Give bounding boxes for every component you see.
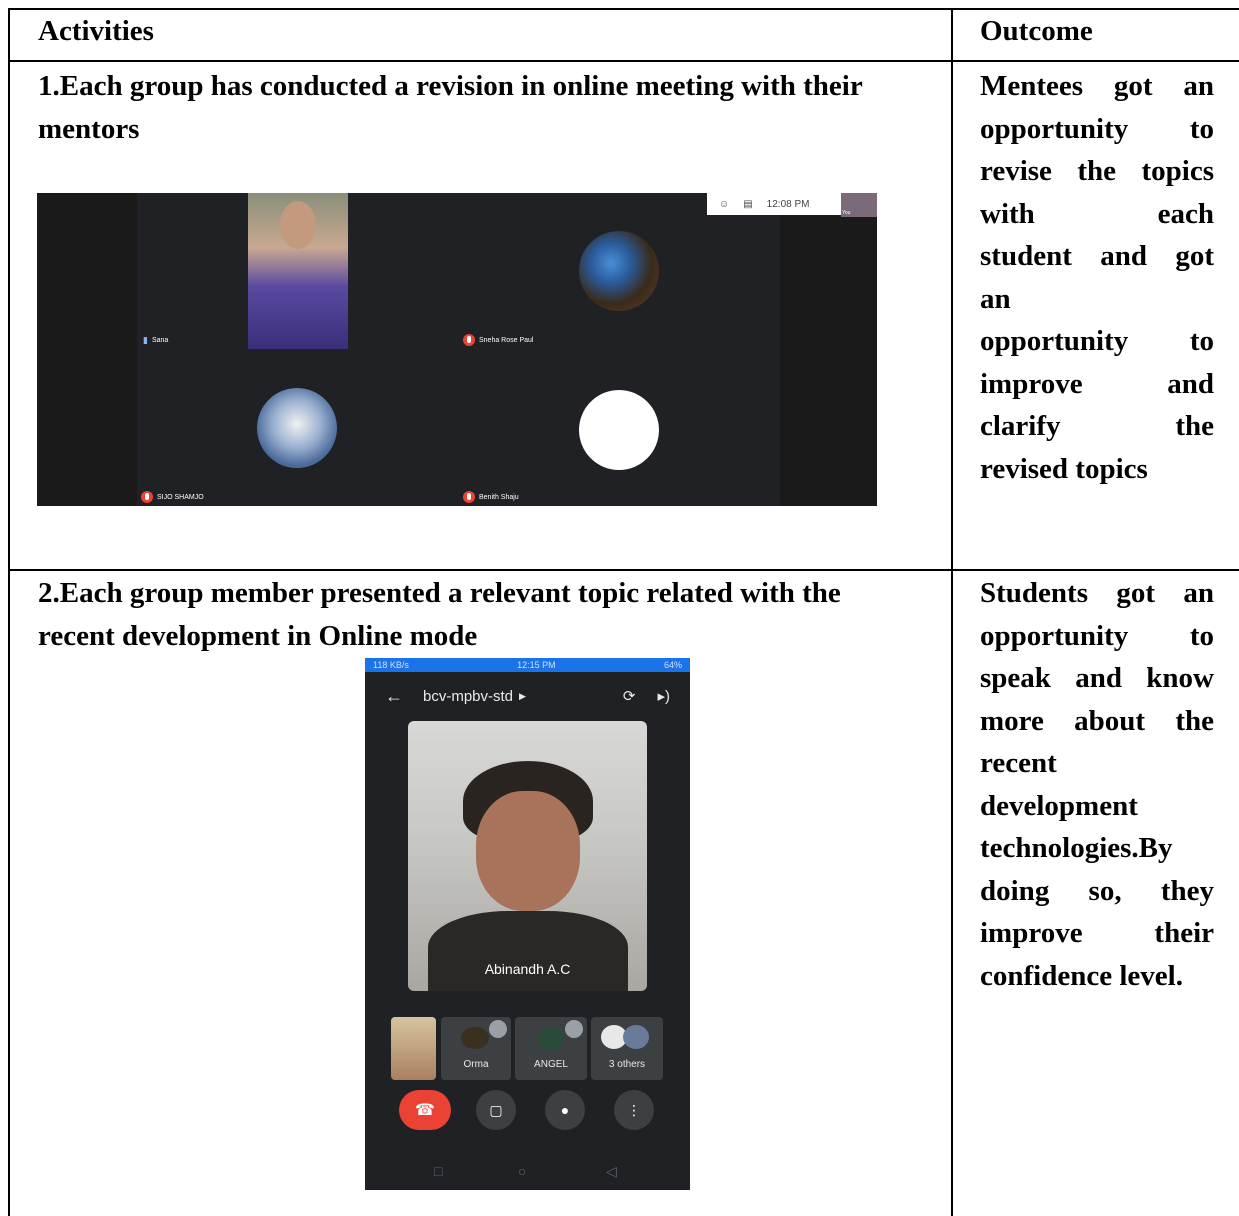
meeting-screenshot-desktop: ▮ Sana Sneha Rose Paul SIJO SHAMJO Benit… — [37, 193, 877, 506]
person-body — [428, 911, 628, 991]
call-top-bar: ← bcv-mpbv-std ▶ ⟳ ▸) — [365, 678, 690, 714]
outcome-2-line: technologies.By — [980, 832, 1173, 864]
participant-avatar-sijo — [257, 388, 337, 468]
header-outcome: Outcome — [980, 15, 1093, 47]
outcome-1-line: opportunity to — [980, 325, 1214, 357]
mic-toggle-button[interactable]: ● — [545, 1090, 585, 1130]
table-border-left — [8, 8, 10, 1216]
camera-toggle-button[interactable]: ▢ — [476, 1090, 516, 1130]
participant-thumb-label: 3 others — [608, 1059, 646, 1070]
outcome-1-line: opportunity to — [980, 112, 1214, 145]
speaker-name-label: Abinandh A.C — [484, 961, 571, 977]
outcome-1-line: student and got — [980, 240, 1214, 272]
self-view-thumbnail: You — [841, 193, 877, 217]
participant-name-sana: ▮ Sana — [143, 335, 169, 345]
participant-thumb-angel[interactable]: ANGEL — [515, 1017, 587, 1080]
participant-tile-sijo: SIJO SHAMJO — [137, 350, 459, 506]
participant-avatar-sneha — [579, 231, 659, 311]
video-camera-icon: ▢ — [489, 1101, 503, 1118]
person-face — [476, 791, 580, 911]
table-row-divider-2 — [8, 569, 1239, 571]
people-icon[interactable]: ☺ — [719, 199, 729, 210]
outcome-2-text: Students got an opportunity to speak and… — [980, 572, 1214, 997]
outcome-2-line: doing so, they — [980, 874, 1214, 907]
header-activities: Activities — [38, 15, 154, 47]
participant-video-sana — [248, 193, 348, 349]
phone-hangup-icon: ☎ — [415, 1102, 435, 1119]
avatar — [623, 1025, 649, 1049]
outcome-2-line: opportunity to — [980, 619, 1214, 652]
outcome-1-line: an — [980, 282, 1011, 315]
mic-off-icon — [489, 1020, 507, 1038]
participant-name-benith: Benith Shaju — [463, 491, 519, 503]
nav-home-icon[interactable]: ○ — [518, 1163, 526, 1179]
meeting-code[interactable]: bcv-mpbv-std — [423, 688, 513, 705]
outcome-2-line: more about the — [980, 704, 1214, 737]
self-thumbnail[interactable] — [391, 1017, 436, 1080]
chat-icon[interactable]: ▤ — [743, 199, 752, 210]
outcome-2-line: recent — [980, 747, 1057, 779]
participant-thumb-others[interactable]: 3 others — [591, 1017, 663, 1080]
meeting-side-panel-left — [37, 193, 137, 506]
battery-level: 64% — [663, 660, 682, 670]
outcome-1-text: Mentees got an opportunity to revise the… — [980, 65, 1214, 490]
meeting-info-bar: ☺ ▤ 12:08 PM You — [707, 193, 877, 217]
face-shape — [280, 201, 316, 249]
outcome-2-line: speak and know — [980, 662, 1214, 694]
participant-thumb-label: Orma — [463, 1059, 489, 1070]
outcome-1-line: revised topics — [980, 452, 1148, 485]
outcome-1-line: with each — [980, 197, 1214, 230]
outcome-1-line: clarify the — [980, 410, 1214, 442]
mic-off-icon — [565, 1020, 583, 1038]
participant-name-sneha: Sneha Rose Paul — [463, 334, 533, 346]
activity-2-text: 2.Each group member presented a relevant… — [38, 577, 841, 652]
microphone-icon: ● — [560, 1102, 570, 1118]
more-options-button[interactable]: ⋮ — [614, 1090, 654, 1130]
end-call-button[interactable]: ☎ — [399, 1090, 451, 1130]
caret-right-icon: ▶ — [519, 690, 526, 701]
mic-off-icon — [463, 491, 475, 503]
participant-thumb-label: ANGEL — [534, 1059, 568, 1070]
meeting-time: 12:08 PM — [766, 198, 810, 210]
outcome-1-line: revise the topics — [980, 155, 1214, 187]
mic-off-icon — [463, 334, 475, 346]
table-row-divider-1 — [8, 60, 1239, 62]
back-arrow-icon[interactable]: ← — [385, 686, 403, 707]
outcome-1-line: Mentees got an — [980, 70, 1214, 102]
avatar — [537, 1027, 565, 1049]
outcome-2-line: Students got an — [980, 577, 1214, 609]
status-time: 12:15 PM — [517, 660, 556, 670]
speaker-volume-icon[interactable]: ▸) — [657, 687, 670, 705]
participant-avatar-benith — [579, 390, 659, 470]
participant-tile-sana: ▮ Sana — [137, 193, 459, 349]
nav-back-icon[interactable]: ◁ — [606, 1163, 617, 1180]
more-vertical-icon: ⋮ — [627, 1101, 641, 1118]
speaker-icon: ▮ — [143, 335, 148, 345]
activity-1-text: 1.Each group has conducted a revision in… — [38, 70, 863, 145]
mic-off-icon — [141, 491, 153, 503]
meeting-side-panel-right — [780, 193, 877, 506]
participant-thumb-orma[interactable]: Orma — [441, 1017, 511, 1080]
participant-name-sijo: SIJO SHAMJO — [141, 491, 204, 503]
avatar — [461, 1027, 489, 1049]
speaker-video: Abinandh A.C — [408, 721, 647, 991]
outcome-2-line: development — [980, 789, 1138, 822]
meeting-screenshot-phone: 118 KB/s 12:15 PM 64% ← bcv-mpbv-std ▶ ⟳… — [365, 658, 690, 1190]
outcome-1-line: improve and — [980, 367, 1214, 400]
participant-tile-sneha: Sneha Rose Paul — [459, 193, 780, 349]
outcome-2-line: confidence level. — [980, 959, 1183, 992]
switch-camera-icon[interactable]: ⟳ — [623, 687, 636, 705]
outcome-2-line: improve their — [980, 917, 1214, 949]
participant-tile-benith: Benith Shaju — [459, 350, 780, 506]
network-speed: 118 KB/s — [373, 660, 409, 670]
nav-recents-icon[interactable]: □ — [434, 1163, 442, 1179]
phone-status-bar: 118 KB/s 12:15 PM 64% — [365, 658, 690, 672]
table-column-divider — [951, 8, 953, 1216]
